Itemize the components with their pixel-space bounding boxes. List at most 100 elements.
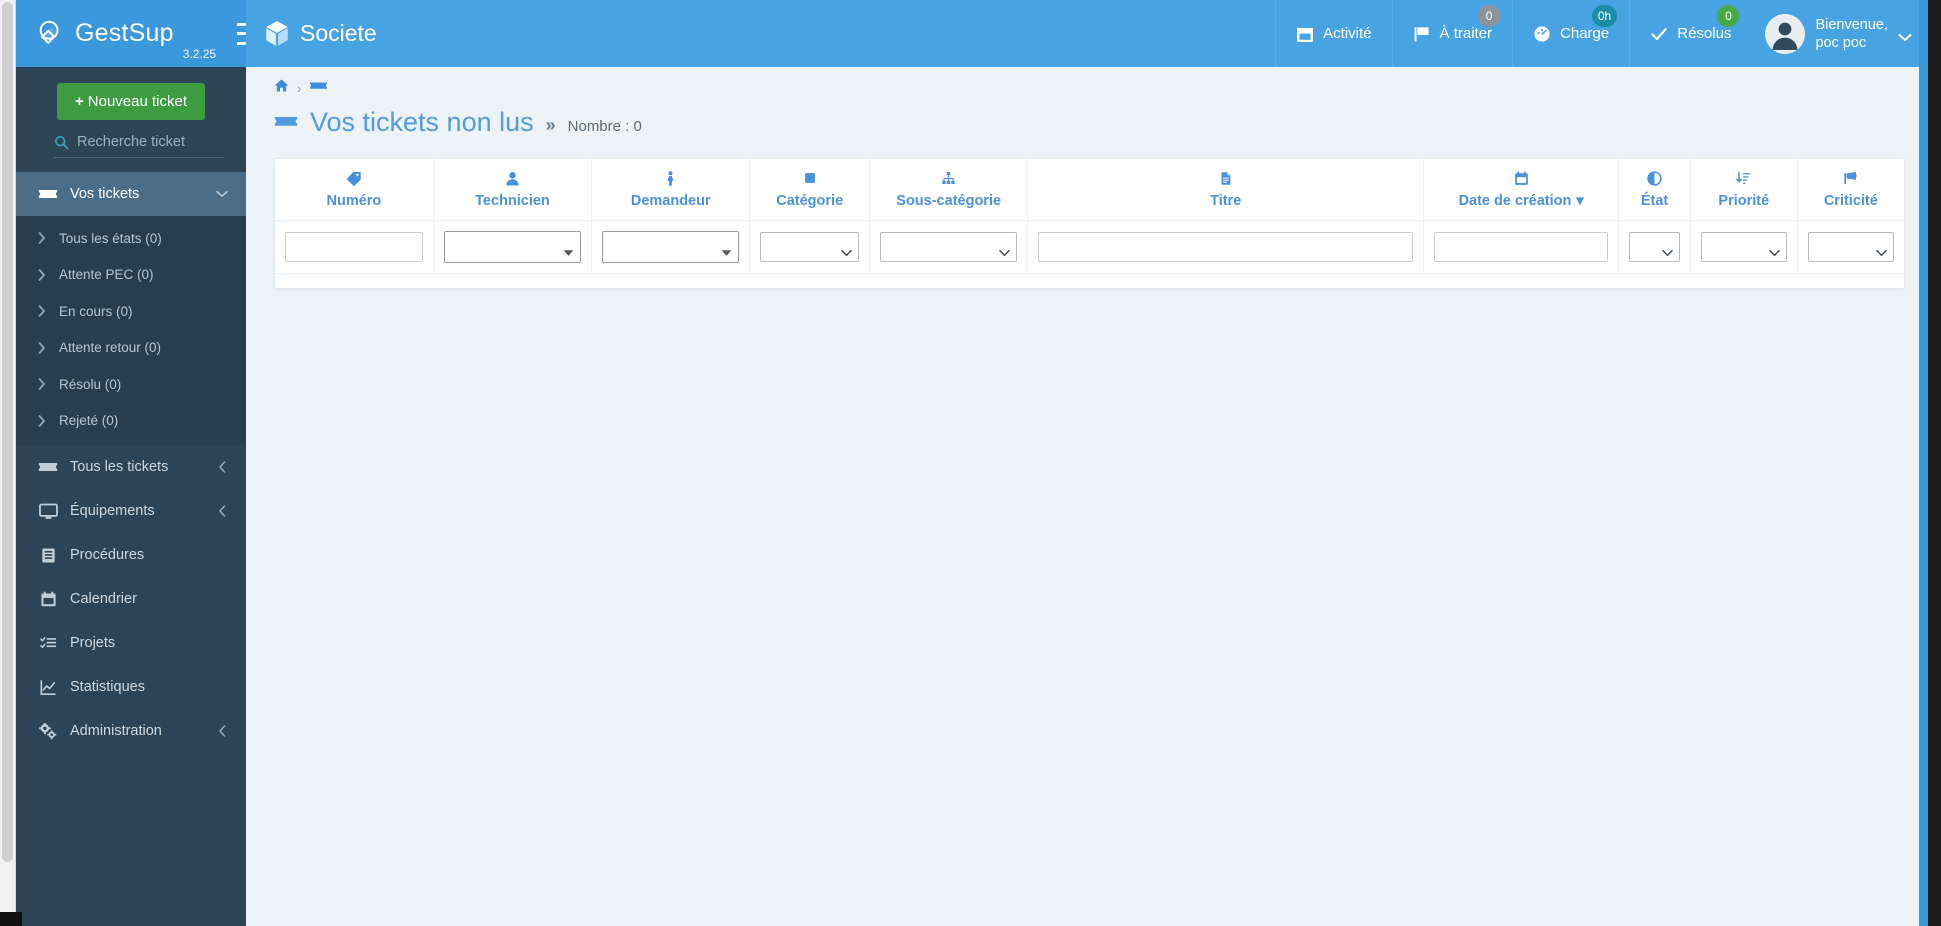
filter-cell-technicien xyxy=(432,220,593,274)
sidebar-subitem-attente-retour[interactable]: Attente retour (0) xyxy=(16,330,246,367)
column-label: Catégorie xyxy=(776,193,844,209)
column-label: Technicien xyxy=(475,193,550,209)
filter-select-priorite[interactable] xyxy=(1700,232,1787,262)
brand-version: 3.2.25 xyxy=(182,47,217,61)
sidebar-sublabel: Attente PEC (0) xyxy=(59,267,154,283)
column-label: Sous-catégorie xyxy=(896,193,1002,209)
column-header-sous-categorie[interactable]: Sous-catégorie xyxy=(869,159,1029,221)
column-header-demandeur[interactable]: Demandeur xyxy=(591,159,751,221)
column-header-date-creation[interactable]: Date de création ▾ xyxy=(1423,159,1620,221)
nav-item-charge[interactable]: Charge 0h xyxy=(1512,0,1629,67)
page-scrollbar[interactable] xyxy=(0,0,16,926)
filter-select-categorie[interactable] xyxy=(760,232,860,262)
sidebar-item-calendrier[interactable]: Calendrier xyxy=(16,577,246,621)
nav-label: Charge xyxy=(1560,25,1610,42)
nav-label: Activité xyxy=(1323,25,1372,42)
sidebar-label: Administration xyxy=(70,723,162,739)
filter-select-criticite[interactable] xyxy=(1807,232,1894,262)
gestsup-logo-icon xyxy=(36,19,66,49)
filter-cell-sous-categorie xyxy=(869,220,1029,274)
sidebar-subitem-en-cours[interactable]: En cours (0) xyxy=(16,293,246,330)
chevron-left-icon[interactable] xyxy=(216,725,228,737)
sidebar-item-vos-tickets[interactable]: Vos tickets xyxy=(16,172,246,216)
user-name: poc poc xyxy=(1815,34,1867,51)
check-icon xyxy=(1650,25,1668,43)
ticket-icon[interactable] xyxy=(309,79,328,97)
ticket-icon xyxy=(38,187,58,201)
column-header-numero[interactable]: Numéro xyxy=(275,159,434,221)
book-icon xyxy=(38,547,58,564)
ticket-icon xyxy=(274,115,298,130)
column-header-technicien[interactable]: Technicien xyxy=(432,159,593,221)
filter-cell-criticite xyxy=(1796,220,1904,274)
chevron-right-icon xyxy=(38,414,48,427)
chevron-right-icon xyxy=(38,232,48,245)
sidebar-item-projets[interactable]: Projets xyxy=(16,621,246,665)
tag-icon xyxy=(279,171,429,187)
column-header-etat[interactable]: État xyxy=(1618,159,1691,221)
column-label: Criticité xyxy=(1823,193,1878,209)
site-title-area: Societe xyxy=(246,0,377,67)
filter-select-technicien[interactable] xyxy=(443,231,582,263)
sidebar-label: Statistiques xyxy=(70,679,145,695)
sidebar-item-equipements[interactable]: Équipements xyxy=(16,489,246,533)
chevron-left-icon[interactable] xyxy=(216,461,228,473)
flag-icon xyxy=(1413,25,1431,43)
sidebar-sublabel: En cours (0) xyxy=(59,303,133,319)
column-label: Titre xyxy=(1210,193,1242,209)
hamburger-icon[interactable] xyxy=(237,22,246,45)
nav-badge-resolus: 0 xyxy=(1717,5,1740,27)
sort-desc-icon[interactable]: ▾ xyxy=(1576,193,1583,209)
filter-select2-demandeur-wrap xyxy=(602,231,740,263)
page-title-chevron: » xyxy=(545,115,556,135)
filter-input-titre[interactable] xyxy=(1038,232,1414,262)
column-header-categorie[interactable]: Catégorie xyxy=(749,159,871,221)
chevron-down-icon[interactable] xyxy=(1898,29,1912,41)
sidebar-item-tous-les-tickets[interactable]: Tous les tickets xyxy=(16,445,246,489)
page-scrollbar-thumb[interactable] xyxy=(2,2,13,862)
sidebar: +Nouveau ticket Vos tickets xyxy=(16,67,246,926)
search-input[interactable] xyxy=(77,134,246,150)
nav-item-activite[interactable]: Activité xyxy=(1275,0,1391,67)
filter-cell-numero xyxy=(275,220,434,274)
filter-input-date-creation[interactable] xyxy=(1434,232,1609,262)
nav-item-a-traiter[interactable]: À traiter 0 xyxy=(1391,0,1513,67)
user-icon xyxy=(438,171,587,187)
square-icon xyxy=(754,171,865,187)
sidebar-submenu-vos-tickets: Tous les états (0) Attente PEC (0) En co… xyxy=(16,216,246,445)
main-content: › Vos tickets non lus » Nombre : 0 Numér… xyxy=(246,67,1919,926)
filter-cell-categorie xyxy=(749,220,871,274)
filter-select-sous-categorie[interactable] xyxy=(880,232,1018,262)
new-ticket-area: + Nouveau ticket xyxy=(16,67,246,130)
breadcrumb-separator: › xyxy=(297,80,302,96)
sidebar-subitem-rejete[interactable]: Rejeté (0) xyxy=(16,403,246,440)
user-menu[interactable]: Bienvenue, poc poc xyxy=(1751,0,1928,67)
nav-label: À traiter xyxy=(1439,25,1493,42)
top-navbar: Societe Activité À traiter 0 Charge 0h R… xyxy=(246,0,1928,67)
column-label: Demandeur xyxy=(630,193,711,209)
sidebar-item-statistiques[interactable]: Statistiques xyxy=(16,665,246,709)
filter-input-numero[interactable] xyxy=(285,232,423,262)
chevron-right-icon xyxy=(38,305,48,318)
ticket-search-box[interactable] xyxy=(54,134,246,158)
sidebar-label: Vos tickets xyxy=(70,186,140,202)
filter-cell-etat xyxy=(1618,220,1691,274)
sort-amount-icon xyxy=(1695,171,1793,187)
sidebar-subitem-resolu[interactable]: Résolu (0) xyxy=(16,366,246,403)
chevron-right-icon xyxy=(38,341,48,354)
filter-select-etat[interactable] xyxy=(1629,232,1680,262)
sidebar-subitem-tous-les-etats[interactable]: Tous les états (0) xyxy=(16,220,246,257)
chevron-left-icon[interactable] xyxy=(216,505,228,517)
column-header-criticite[interactable]: Criticité xyxy=(1796,159,1904,221)
sidebar-subitem-attente-pec[interactable]: Attente PEC (0) xyxy=(16,257,246,294)
nav-item-resolus[interactable]: Résolus 0 xyxy=(1629,0,1751,67)
column-header-titre[interactable]: Titre xyxy=(1027,159,1425,221)
sidebar-item-procedures[interactable]: Procédures xyxy=(16,533,246,577)
new-ticket-button[interactable]: + Nouveau ticket xyxy=(57,83,205,120)
filter-select-demandeur[interactable] xyxy=(602,231,740,263)
chevron-down-icon[interactable] xyxy=(216,190,228,198)
home-icon[interactable] xyxy=(274,79,289,97)
sidebar-item-administration[interactable]: Administration xyxy=(16,709,246,753)
filter-select-criticite-wrap xyxy=(1807,232,1894,262)
column-header-priorite[interactable]: Priorité xyxy=(1689,159,1798,221)
